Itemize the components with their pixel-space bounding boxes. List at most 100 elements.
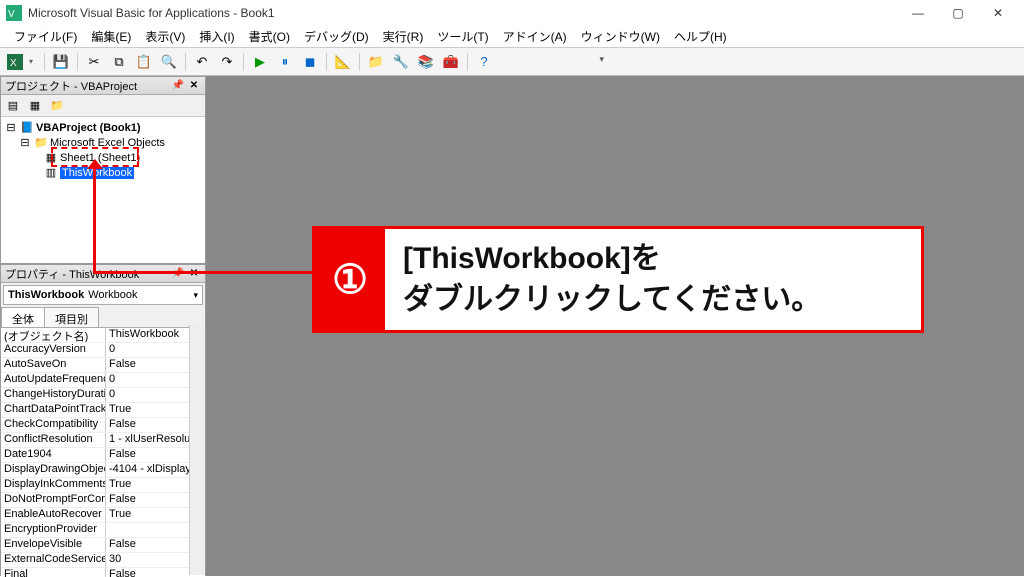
menu-insert[interactable]: 挿入(I) [193,26,240,47]
tab-all[interactable]: 全体 [1,307,45,327]
toolbox-icon[interactable]: 🧰 [440,51,462,73]
pin-icon[interactable]: 📌 [171,79,185,93]
property-name: AutoUpdateFrequency [1,373,106,387]
project-toolbar: ▤ ▦ 📁 [1,95,205,117]
property-row[interactable]: CheckCompatibilityFalse [1,418,205,433]
tree-folder[interactable]: ⊟ 📁 Microsoft Excel Objects [4,135,202,150]
toolbar: X ▾ 💾 ✂ ⧉ 📋 🔍 ↶ ↷ ▶ ⏸ ◼ 📐 📁 🔧 📚 🧰 ? ▾ [0,48,1024,76]
property-row[interactable]: AutoUpdateFrequency0 [1,373,205,388]
break-icon[interactable]: ⏸ [274,51,296,73]
property-row[interactable]: DoNotPromptForConvertFalse [1,493,205,508]
property-name: DisplayInkComments [1,478,106,492]
minus-icon[interactable]: ⊟ [4,121,18,134]
vba-app-icon: V [6,5,22,21]
property-row[interactable]: DisplayInkCommentsTrue [1,478,205,493]
annotation-callout: ① [ThisWorkbook]を ダブルクリックしてください。 [312,226,924,333]
menu-run[interactable]: 実行(R) [377,26,430,47]
project-panel-title: プロジェクト - VBAProject [5,78,137,94]
properties-grid[interactable]: (オブジェクト名)ThisWorkbookAccuracyVersion0Aut… [1,327,205,577]
project-tree[interactable]: ⊟ 📘 VBAProject (Book1) ⊟ 📁 Microsoft Exc… [1,117,205,263]
undo-icon[interactable]: ↶ [191,51,213,73]
view-object-icon[interactable]: ▦ [25,97,45,115]
find-icon[interactable]: 🔍 [158,51,180,73]
tree-item-sheet1[interactable]: ▦ Sheet1 (Sheet1) [4,150,202,165]
maximize-button[interactable]: ▢ [938,2,978,24]
design-mode-icon[interactable]: 📐 [332,51,354,73]
annotation-arrowhead [87,159,103,169]
property-row[interactable]: ChartDataPointTrackTrue [1,403,205,418]
menu-format[interactable]: 書式(O) [243,26,296,47]
property-row[interactable]: ExternalCodeService30 [1,553,205,568]
paste-icon[interactable]: 📋 [133,51,155,73]
tab-categorized[interactable]: 項目別 [44,307,99,327]
property-name: DisplayDrawingObjects [1,463,106,477]
property-row[interactable]: DisplayDrawingObjects-4104 - xlDisplaySh… [1,463,205,478]
property-row[interactable]: EnableAutoRecoverTrue [1,508,205,523]
property-name: DoNotPromptForConvert [1,493,106,507]
svg-text:X: X [10,58,17,69]
project-panel-header[interactable]: プロジェクト - VBAProject 📌 ✕ [1,77,205,95]
menu-edit[interactable]: 編集(E) [85,26,137,47]
menu-file[interactable]: ファイル(F) [8,26,83,47]
cut-icon[interactable]: ✂ [83,51,105,73]
save-icon[interactable]: 💾 [50,51,72,73]
copy-icon[interactable]: ⧉ [108,51,130,73]
property-name: ConflictResolution [1,433,106,447]
svg-text:V: V [8,9,15,20]
property-name: AccuracyVersion [1,343,106,357]
title-bar: V Microsoft Visual Basic for Application… [0,0,1024,26]
annotation-arrow [93,271,315,274]
folder-icon: 📁 [34,136,48,149]
workbook-icon: ▥ [44,166,58,179]
property-row[interactable]: ChangeHistoryDuration0 [1,388,205,403]
minus-icon[interactable]: ⊟ [18,136,32,149]
excel-dropdown[interactable]: ▾ [29,57,39,66]
menu-bar: ファイル(F) 編集(E) 表示(V) 挿入(I) 書式(O) デバッグ(D) … [0,26,1024,48]
minimize-button[interactable]: — [898,2,938,24]
tree-item-thisworkbook[interactable]: ▥ ThisWorkbook [4,165,202,180]
vbaproject-icon: 📘 [20,121,34,134]
close-button[interactable]: ✕ [978,2,1018,24]
tree-root[interactable]: ⊟ 📘 VBAProject (Book1) [4,120,202,135]
window-title: Microsoft Visual Basic for Applications … [28,6,275,20]
property-name: CheckCompatibility [1,418,106,432]
property-row[interactable]: EncryptionProvider [1,523,205,538]
property-row[interactable]: AutoSaveOnFalse [1,358,205,373]
property-row[interactable]: AccuracyVersion0 [1,343,205,358]
properties-icon[interactable]: 🔧 [390,51,412,73]
reset-icon[interactable]: ◼ [299,51,321,73]
view-code-icon[interactable]: ▤ [3,97,23,115]
help-icon[interactable]: ? [473,51,495,73]
chevron-down-icon[interactable]: ▾ [193,290,198,301]
redo-icon[interactable]: ↷ [216,51,238,73]
scrollbar[interactable] [189,325,205,575]
object-browser-icon[interactable]: 📚 [415,51,437,73]
property-name: EnvelopeVisible [1,538,106,552]
annotation-badge: ① [315,229,385,330]
property-name: EncryptionProvider [1,523,106,537]
mdi-area: プロジェクト - VBAProject 📌 ✕ ▤ ▦ 📁 ⊟ 📘 VBAPro… [0,76,1024,576]
property-row[interactable]: EnvelopeVisibleFalse [1,538,205,553]
menu-debug[interactable]: デバッグ(D) [298,26,375,47]
close-icon[interactable]: ✕ [187,79,201,93]
menu-help[interactable]: ヘルプ(H) [668,26,733,47]
properties-object-select[interactable]: ThisWorkbook Workbook ▾ [3,285,203,305]
menu-window[interactable]: ウィンドウ(W) [575,26,666,47]
properties-panel-header[interactable]: プロパティ - ThisWorkbook 📌 ✕ [1,265,205,283]
annotation-text: [ThisWorkbook]を ダブルクリックしてください。 [385,229,839,330]
project-explorer-icon[interactable]: 📁 [365,51,387,73]
toggle-folders-icon[interactable]: 📁 [47,97,67,115]
property-row[interactable]: (オブジェクト名)ThisWorkbook [1,328,205,343]
menu-addins[interactable]: アドイン(A) [497,26,573,47]
menu-view[interactable]: 表示(V) [139,26,191,47]
excel-icon[interactable]: X [4,51,26,73]
property-name: EnableAutoRecover [1,508,106,522]
run-icon[interactable]: ▶ [249,51,271,73]
property-row[interactable]: ConflictResolution1 - xlUserResolution [1,433,205,448]
sheet-icon: ▦ [44,151,58,164]
tree-folder-label: Microsoft Excel Objects [50,137,165,149]
property-row[interactable]: Date1904False [1,448,205,463]
property-name: Date1904 [1,448,106,462]
chevron-down-icon[interactable]: ▾ [599,54,604,65]
menu-tools[interactable]: ツール(T) [431,26,494,47]
